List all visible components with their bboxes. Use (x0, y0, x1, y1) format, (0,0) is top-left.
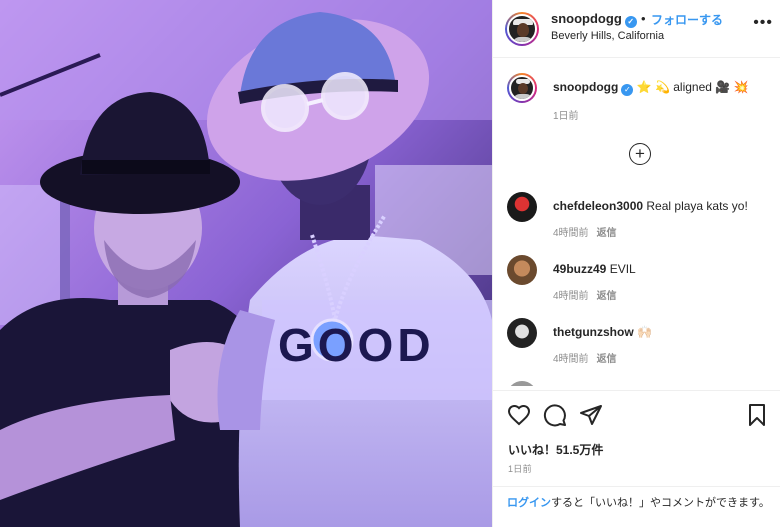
location-link[interactable]: Beverly Hills, California (551, 30, 664, 42)
verified-icon: ✓ (621, 84, 634, 96)
comment-username[interactable]: thetgunzshow (553, 325, 634, 339)
post-photo[interactable]: GOOD (0, 0, 492, 527)
reply-button[interactable]: 返信 (597, 354, 617, 365)
comment-body: Real playa kats yo! (646, 199, 748, 213)
comment-text: thetgunzshow 🙌🏻 (553, 324, 779, 340)
bookmark-icon[interactable] (745, 403, 769, 427)
comment-avatar[interactable] (507, 192, 537, 222)
comment-avatar[interactable] (507, 255, 537, 285)
comment-body: 🙌🏻 (637, 325, 652, 339)
caption-time[interactable]: 1日前 (553, 107, 579, 122)
more-icon[interactable]: ••• (753, 14, 773, 32)
caption-word: aligned (673, 80, 712, 94)
plus-circle-icon[interactable]: + (629, 143, 651, 165)
photo-shirt-text: GOOD (278, 319, 435, 371)
post-date[interactable]: 1日前 (508, 462, 532, 475)
comments-section[interactable]: snoopdogg ✓ ⭐ 💫 aligned 🎥 💥 1日前 + chefdel… (493, 59, 780, 386)
comment-avatar[interactable] (507, 381, 537, 386)
caption-emoji-start: ⭐ 💫 (636, 80, 670, 94)
comment-text: 49buzz49 EVIL (553, 261, 779, 277)
comment-username[interactable]: chefdeleon3000 (553, 199, 643, 213)
verified-icon: ✓ (624, 16, 637, 28)
comment-avatar[interactable] (507, 318, 537, 348)
caption-username[interactable]: snoopdogg (553, 80, 618, 94)
likes-count[interactable]: いいね！51.5万件 (508, 441, 603, 458)
reply-button[interactable]: 返信 (597, 291, 617, 302)
comment-icon[interactable] (543, 403, 567, 427)
share-icon[interactable] (579, 403, 603, 427)
comment-time[interactable]: 4時間前 (553, 291, 589, 302)
caption-text: snoopdogg ✓ ⭐ 💫 aligned 🎥 💥 (553, 79, 779, 96)
header-avatar[interactable] (505, 12, 539, 46)
header-separator: • (641, 11, 646, 26)
heart-icon[interactable] (507, 403, 531, 427)
comment-time[interactable]: 4時間前 (553, 354, 589, 365)
avatar-image (507, 14, 537, 44)
login-prompt: ログインすると「いいね！」やコメントができます。 (493, 486, 780, 527)
header-username[interactable]: snoopdogg ✓ (551, 11, 637, 28)
login-prompt-rest: すると「いいね！」やコメントができます。 (551, 497, 770, 509)
comment-username[interactable]: 49buzz49 (553, 262, 606, 276)
login-link[interactable]: ログイン (507, 497, 551, 509)
reply-button[interactable]: 返信 (597, 228, 617, 239)
comment-body: EVIL (609, 262, 636, 276)
post-header: snoopdogg ✓ • フォローする Beverly Hills, Calif… (493, 0, 780, 58)
login-prompt-text: ログインすると「いいね！」やコメントができます。 (507, 495, 772, 511)
comment-meta: 4時間前 返信 (553, 287, 617, 302)
post-panel: snoopdogg ✓ • フォローする Beverly Hills, Calif… (492, 0, 780, 527)
caption-avatar[interactable] (507, 73, 537, 103)
comment-time[interactable]: 4時間前 (553, 228, 589, 239)
comment-meta: 4時間前 返信 (553, 350, 617, 365)
comment-text: chefdeleon3000 Real playa kats yo! (553, 198, 779, 214)
follow-button[interactable]: フォローする (651, 11, 723, 28)
action-bar (493, 390, 780, 438)
caption-emoji-end: 🎥 💥 (715, 80, 749, 94)
photo-illustration (0, 0, 492, 527)
comment-meta: 4時間前 返信 (553, 224, 617, 239)
